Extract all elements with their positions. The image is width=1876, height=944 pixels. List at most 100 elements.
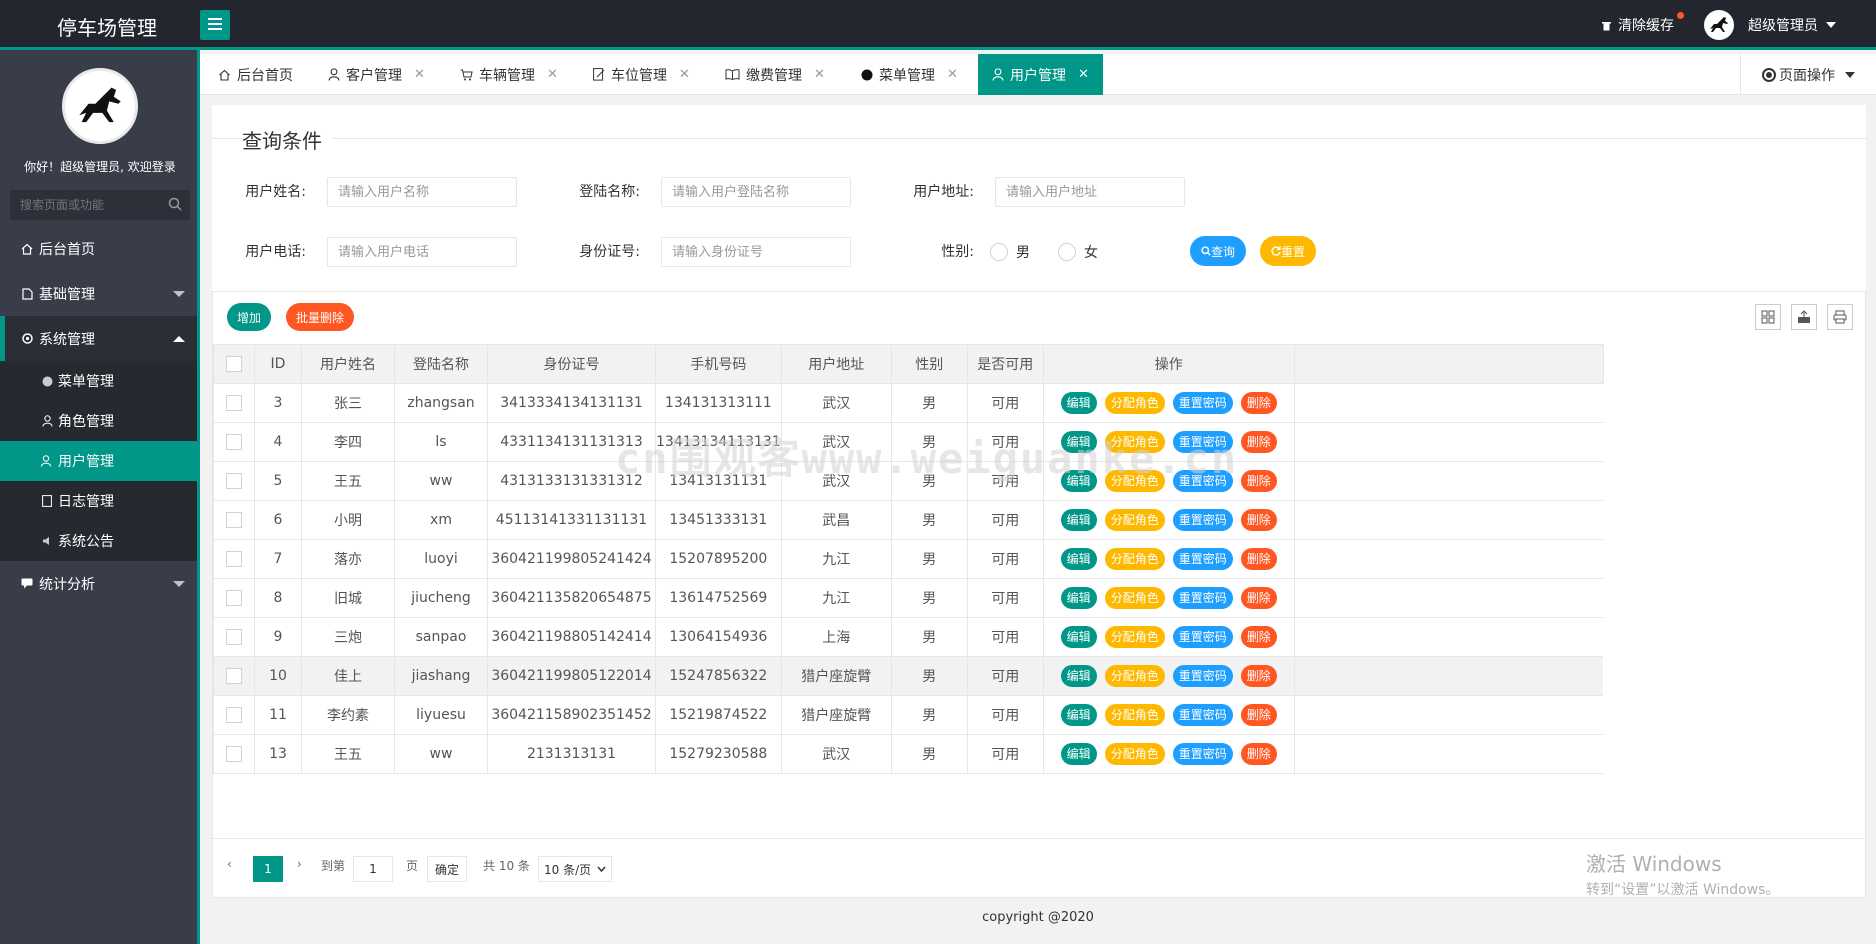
column-header[interactable]: 手机号码 — [655, 344, 782, 384]
assign-role-button[interactable]: 分配角色 — [1104, 743, 1165, 765]
assign-role-button[interactable]: 分配角色 — [1104, 392, 1165, 414]
sidebar-item-basic[interactable]: 基础管理 — [0, 271, 197, 316]
reset-password-button[interactable]: 重置密码 — [1172, 548, 1233, 570]
column-header[interactable]: 是否可用 — [966, 344, 1044, 384]
export-icon[interactable] — [1791, 304, 1817, 330]
close-icon[interactable]: ✕ — [1078, 67, 1089, 82]
next-page-icon[interactable]: › — [297, 857, 302, 871]
assign-role-button[interactable]: 分配角色 — [1104, 626, 1165, 648]
column-header[interactable]: 登陆名称 — [394, 344, 488, 384]
delete-button[interactable]: 删除 — [1240, 587, 1277, 609]
reset-password-button[interactable]: 重置密码 — [1172, 587, 1233, 609]
menu-toggle-button[interactable] — [200, 10, 230, 40]
assign-role-button[interactable]: 分配角色 — [1104, 587, 1165, 609]
login-name-input[interactable] — [661, 177, 851, 207]
close-icon[interactable]: ✕ — [947, 67, 958, 82]
delete-button[interactable]: 删除 — [1240, 665, 1277, 687]
sidebar-item-system[interactable]: 系统管理 — [0, 316, 197, 361]
sidebar-item-role-mgmt[interactable]: 角色管理 — [0, 401, 197, 441]
edit-button[interactable]: 编辑 — [1060, 509, 1097, 531]
tab-home[interactable]: 后台首页 — [218, 54, 293, 95]
select-all-checkbox[interactable] — [226, 356, 242, 372]
edit-button[interactable]: 编辑 — [1060, 587, 1097, 609]
tab-menu[interactable]: 菜单管理 ✕ — [861, 54, 958, 95]
row-checkbox[interactable] — [226, 668, 242, 684]
search-button[interactable]: 查询 — [1190, 236, 1246, 266]
edit-button[interactable]: 编辑 — [1060, 743, 1097, 765]
close-icon[interactable]: ✕ — [414, 67, 425, 82]
reset-password-button[interactable]: 重置密码 — [1172, 743, 1233, 765]
reset-password-button[interactable]: 重置密码 — [1172, 665, 1233, 687]
reset-button[interactable]: 重置 — [1260, 236, 1316, 266]
batch-delete-button[interactable]: 批量删除 — [286, 303, 354, 331]
delete-button[interactable]: 删除 — [1240, 392, 1277, 414]
assign-role-button[interactable]: 分配角色 — [1104, 509, 1165, 531]
sidebar-item-user-mgmt[interactable]: 用户管理 — [0, 441, 197, 481]
print-icon[interactable] — [1827, 304, 1853, 330]
edit-button[interactable]: 编辑 — [1060, 665, 1097, 687]
edit-button[interactable]: 编辑 — [1060, 626, 1097, 648]
user-menu[interactable]: 超级管理员 — [1748, 15, 1818, 35]
edit-button[interactable]: 编辑 — [1060, 548, 1097, 570]
delete-button[interactable]: 删除 — [1240, 704, 1277, 726]
phone-input[interactable] — [327, 237, 517, 267]
delete-button[interactable]: 删除 — [1240, 743, 1277, 765]
gender-male-radio[interactable]: 男 — [990, 242, 1030, 262]
clear-cache-button[interactable]: 清除缓存 — [1601, 12, 1684, 35]
delete-button[interactable]: 删除 — [1240, 548, 1277, 570]
gender-female-radio[interactable]: 女 — [1058, 242, 1098, 262]
page-jump-confirm-button[interactable]: 确定 — [427, 856, 467, 882]
row-checkbox[interactable] — [226, 434, 242, 450]
row-checkbox[interactable] — [226, 551, 242, 567]
row-checkbox[interactable] — [226, 629, 242, 645]
page-jump-input[interactable]: 1 — [353, 856, 393, 882]
reset-password-button[interactable]: 重置密码 — [1172, 626, 1233, 648]
add-button[interactable]: 增加 — [227, 303, 271, 331]
reset-password-button[interactable]: 重置密码 — [1172, 392, 1233, 414]
page-operations-dropdown[interactable]: 页面操作 — [1740, 54, 1876, 95]
assign-role-button[interactable]: 分配角色 — [1104, 704, 1165, 726]
search-icon[interactable] — [168, 197, 182, 211]
sidebar-item-menu-mgmt[interactable]: 菜单管理 — [0, 361, 197, 401]
column-header[interactable]: 用户姓名 — [301, 344, 395, 384]
row-checkbox[interactable] — [226, 746, 242, 762]
edit-button[interactable]: 编辑 — [1060, 704, 1097, 726]
assign-role-button[interactable]: 分配角色 — [1104, 548, 1165, 570]
idcard-input[interactable] — [661, 237, 851, 267]
assign-role-button[interactable]: 分配角色 — [1104, 665, 1165, 687]
close-icon[interactable]: ✕ — [679, 67, 690, 82]
reset-password-button[interactable]: 重置密码 — [1172, 509, 1233, 531]
row-checkbox[interactable] — [226, 707, 242, 723]
tab-customer[interactable]: 客户管理 ✕ — [328, 54, 425, 95]
edit-button[interactable]: 编辑 — [1060, 392, 1097, 414]
tab-user[interactable]: 用户管理 ✕ — [978, 54, 1103, 95]
page-current[interactable]: 1 — [253, 856, 283, 882]
username-input[interactable] — [327, 177, 517, 207]
row-checkbox[interactable] — [226, 473, 242, 489]
columns-filter-icon[interactable] — [1755, 304, 1781, 330]
reset-password-button[interactable]: 重置密码 — [1172, 704, 1233, 726]
sidebar-item-notice[interactable]: 系统公告 — [0, 521, 197, 561]
avatar[interactable] — [1704, 10, 1734, 40]
delete-button[interactable]: 删除 — [1240, 431, 1277, 453]
prev-page-icon[interactable]: ‹ — [227, 857, 232, 871]
column-header[interactable]: 身份证号 — [487, 344, 656, 384]
column-header[interactable]: 用户地址 — [780, 344, 892, 384]
row-checkbox[interactable] — [226, 395, 242, 411]
delete-button[interactable]: 删除 — [1240, 509, 1277, 531]
sidebar-search-input[interactable] — [10, 190, 160, 220]
row-checkbox[interactable] — [226, 590, 242, 606]
delete-button[interactable]: 删除 — [1240, 626, 1277, 648]
column-header[interactable]: 性别 — [890, 344, 968, 384]
close-icon[interactable]: ✕ — [547, 67, 558, 82]
row-checkbox[interactable] — [226, 512, 242, 528]
sidebar-item-log-mgmt[interactable]: 日志管理 — [0, 481, 197, 521]
address-input[interactable] — [995, 177, 1185, 207]
page-size-select[interactable]: 10 条/页 — [538, 856, 612, 882]
close-icon[interactable]: ✕ — [814, 67, 825, 82]
tab-vehicle[interactable]: 车辆管理 ✕ — [460, 54, 558, 95]
tab-parking-space[interactable]: 车位管理 ✕ — [593, 54, 690, 95]
column-header[interactable]: ID — [254, 344, 302, 384]
tab-payment[interactable]: 缴费管理 ✕ — [725, 54, 825, 95]
sidebar-item-stats[interactable]: 统计分析 — [0, 561, 197, 606]
